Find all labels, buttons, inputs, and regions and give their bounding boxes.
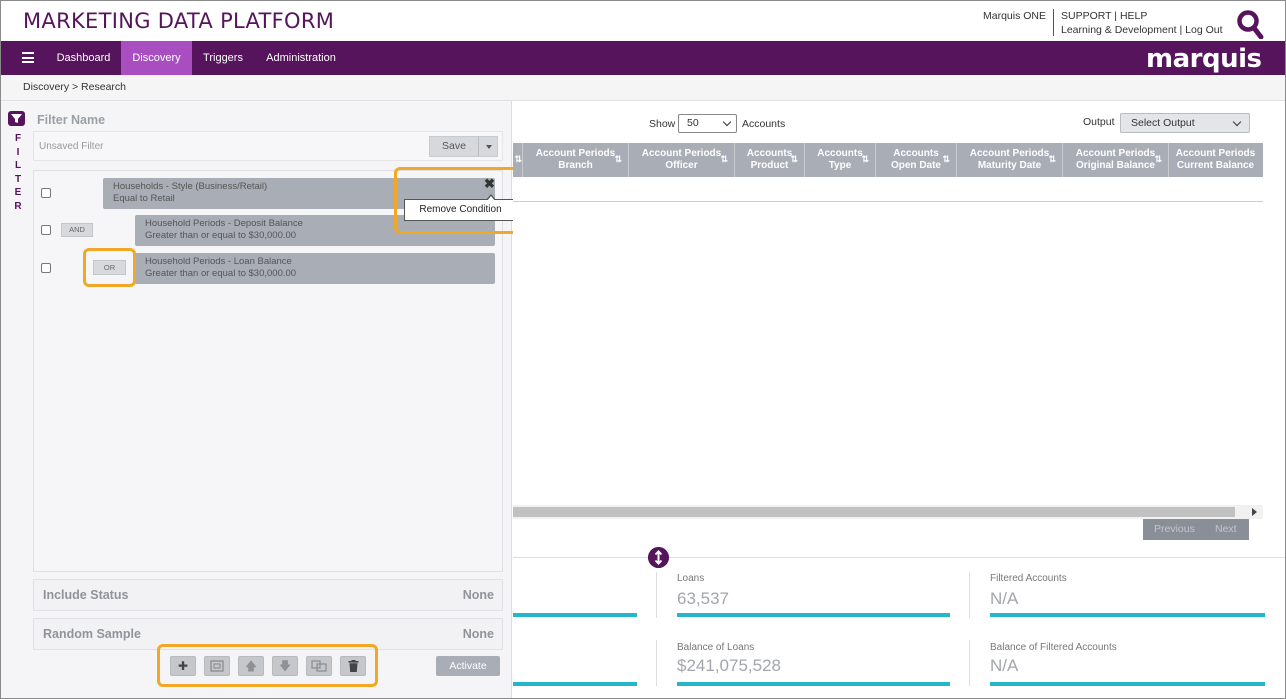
window-frame — [0, 0, 1286, 699]
